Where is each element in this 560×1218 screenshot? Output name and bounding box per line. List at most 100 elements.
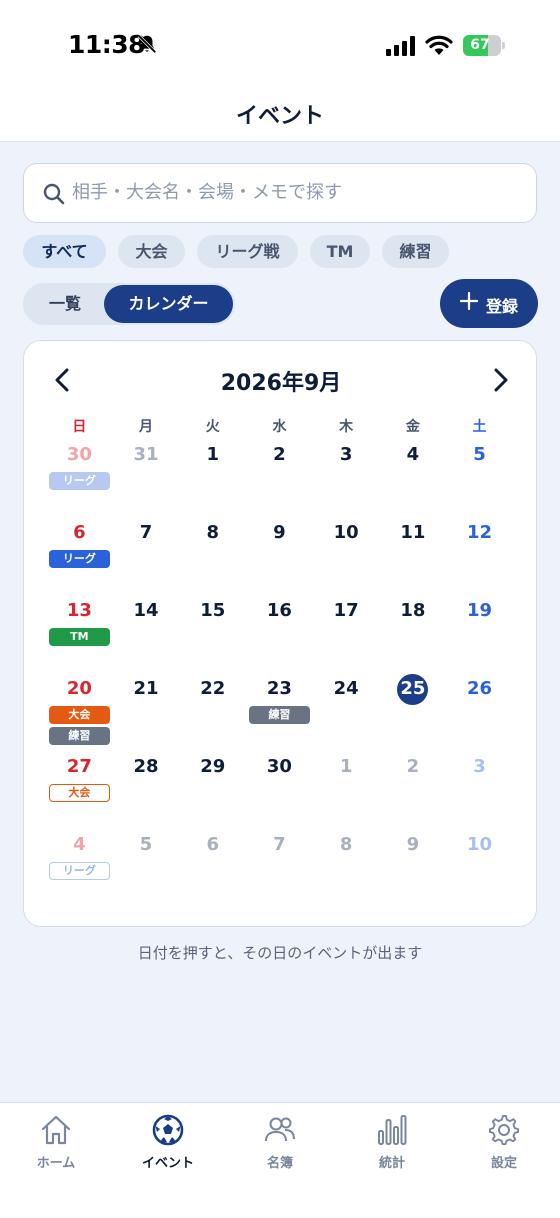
event-tag[interactable]: 練習 xyxy=(48,727,110,745)
calendar-day[interactable]: 19 xyxy=(446,600,513,621)
calendar-day[interactable]: 17 xyxy=(313,600,380,621)
calendar-day[interactable]: 4 xyxy=(46,834,113,855)
calendar-card: 2026年9月 日 月 火 水 木 金 土 30 リーグ 31 1 2 3 4 5 6 リーグ 7 8… xyxy=(23,340,537,927)
event-tag[interactable]: リーグ xyxy=(48,472,110,490)
calendar-day[interactable]: 22 xyxy=(179,678,246,699)
event-tag[interactable]: 練習 xyxy=(248,706,310,724)
calendar-day[interactable]: 12 xyxy=(446,522,513,543)
calendar-day[interactable]: 28 xyxy=(113,756,180,777)
calendar-day[interactable]: 3 xyxy=(446,756,513,777)
tab-home[interactable]: ホーム xyxy=(0,1113,112,1183)
calendar-day[interactable]: 9 xyxy=(246,522,313,543)
plus-icon xyxy=(459,291,479,311)
bell-slash-icon xyxy=(137,34,157,54)
event-tag[interactable]: TM xyxy=(48,628,110,646)
calendar-day[interactable]: 7 xyxy=(246,834,313,855)
bottom-tab-bar: ホーム イベント 名簿 統計 設定 xyxy=(0,1102,560,1218)
tab-home-label: ホーム xyxy=(36,1156,76,1171)
event-tag[interactable]: 大会 xyxy=(48,706,110,724)
filter-chip-practice[interactable]: 練習 xyxy=(382,235,449,268)
calendar-day[interactable]: 15 xyxy=(179,600,246,621)
calendar-day[interactable]: 27 xyxy=(46,756,113,777)
calendar-day[interactable]: 30 xyxy=(246,756,313,777)
calendar-day[interactable]: 20 xyxy=(46,678,113,699)
search-input[interactable] xyxy=(72,164,522,221)
cellular-signal-icon xyxy=(386,36,415,56)
page-title: イベント xyxy=(235,104,324,129)
tab-roster-label: 名簿 xyxy=(266,1156,293,1171)
app-header: イベント xyxy=(0,90,560,142)
gear-icon xyxy=(489,1115,520,1146)
tab-settings-label: 設定 xyxy=(490,1156,517,1171)
tab-events-label: イベント xyxy=(141,1156,194,1171)
filter-chip-all[interactable]: すべて xyxy=(23,235,106,268)
soccer-ball-icon xyxy=(152,1114,184,1146)
calendar-day[interactable]: 3 xyxy=(313,444,380,465)
filter-chip-league[interactable]: リーグ戦 xyxy=(197,235,298,268)
calendar-day[interactable]: 8 xyxy=(313,834,380,855)
calendar-day[interactable]: 24 xyxy=(313,678,380,699)
tab-stats-label: 統計 xyxy=(378,1156,405,1171)
battery-percent: 67 xyxy=(470,37,490,53)
calendar-day[interactable]: 25 xyxy=(380,678,447,699)
weekday-tue: 火 xyxy=(205,419,220,435)
calendar-day[interactable]: 8 xyxy=(179,522,246,543)
home-icon xyxy=(41,1115,71,1145)
battery-icon: 67 xyxy=(463,35,505,56)
calendar-month-title: 2026年9月 xyxy=(220,371,342,396)
tab-events[interactable]: イベント xyxy=(112,1113,224,1183)
tab-roster[interactable]: 名簿 xyxy=(224,1113,336,1183)
status-time: 11:38 xyxy=(68,30,146,59)
calendar-day[interactable]: 30 xyxy=(46,444,113,465)
calendar-day[interactable]: 21 xyxy=(113,678,180,699)
weekday-sat: 土 xyxy=(472,419,487,435)
weekday-thu: 木 xyxy=(339,419,354,435)
calendar-day[interactable]: 4 xyxy=(380,444,447,465)
calendar-day[interactable]: 29 xyxy=(179,756,246,777)
wifi-icon xyxy=(425,35,453,55)
calendar-day[interactable]: 31 xyxy=(113,444,180,465)
event-tag[interactable]: リーグ xyxy=(48,550,110,568)
weekday-mon: 月 xyxy=(139,419,154,435)
calendar-day[interactable]: 9 xyxy=(380,834,447,855)
tab-settings[interactable]: 設定 xyxy=(448,1113,560,1183)
search-icon xyxy=(43,183,65,205)
calendar-day[interactable]: 6 xyxy=(179,834,246,855)
calendar-day[interactable]: 2 xyxy=(246,444,313,465)
calendar-day[interactable]: 26 xyxy=(446,678,513,699)
calendar-day[interactable]: 1 xyxy=(313,756,380,777)
calendar-day[interactable]: 23 xyxy=(246,678,313,699)
calendar-day[interactable]: 10 xyxy=(313,522,380,543)
search-box[interactable] xyxy=(23,163,537,223)
calendar-day[interactable]: 2 xyxy=(380,756,447,777)
calendar-day[interactable]: 7 xyxy=(113,522,180,543)
weekday-sun: 日 xyxy=(72,419,87,435)
calendar-hint: 日付を押すと、その日のイベントが出ます xyxy=(137,944,423,962)
add-event-label: 登録 xyxy=(486,297,519,316)
calendar-day[interactable]: 13 xyxy=(46,600,113,621)
calendar-day[interactable]: 5 xyxy=(113,834,180,855)
chevron-right-icon[interactable] xyxy=(485,365,515,395)
weekday-fri: 金 xyxy=(405,419,420,435)
calendar-day[interactable]: 14 xyxy=(113,600,180,621)
calendar-day[interactable]: 6 xyxy=(46,522,113,543)
calendar-day[interactable]: 18 xyxy=(380,600,447,621)
filter-chip-tm[interactable]: TM xyxy=(310,235,370,268)
people-icon xyxy=(265,1117,295,1142)
view-toggle: 一覧 カレンダー xyxy=(23,283,235,325)
tab-calendar-view[interactable]: カレンダー xyxy=(104,285,233,323)
add-event-button[interactable]: 登録 xyxy=(440,279,538,328)
event-tag[interactable]: リーグ xyxy=(48,862,110,880)
calendar-day[interactable]: 1 xyxy=(179,444,246,465)
calendar-day[interactable]: 11 xyxy=(380,522,447,543)
calendar-day[interactable]: 5 xyxy=(446,444,513,465)
status-bar: 11:38 67 xyxy=(0,0,560,90)
tab-list-view[interactable]: 一覧 xyxy=(27,285,103,323)
tab-stats[interactable]: 統計 xyxy=(336,1113,448,1183)
weekday-wed: 水 xyxy=(272,419,287,435)
event-tag[interactable]: 大会 xyxy=(48,784,110,802)
bar-chart-icon xyxy=(378,1115,407,1145)
calendar-day[interactable]: 10 xyxy=(446,834,513,855)
filter-chip-taikai[interactable]: 大会 xyxy=(118,235,185,268)
calendar-day[interactable]: 16 xyxy=(246,600,313,621)
